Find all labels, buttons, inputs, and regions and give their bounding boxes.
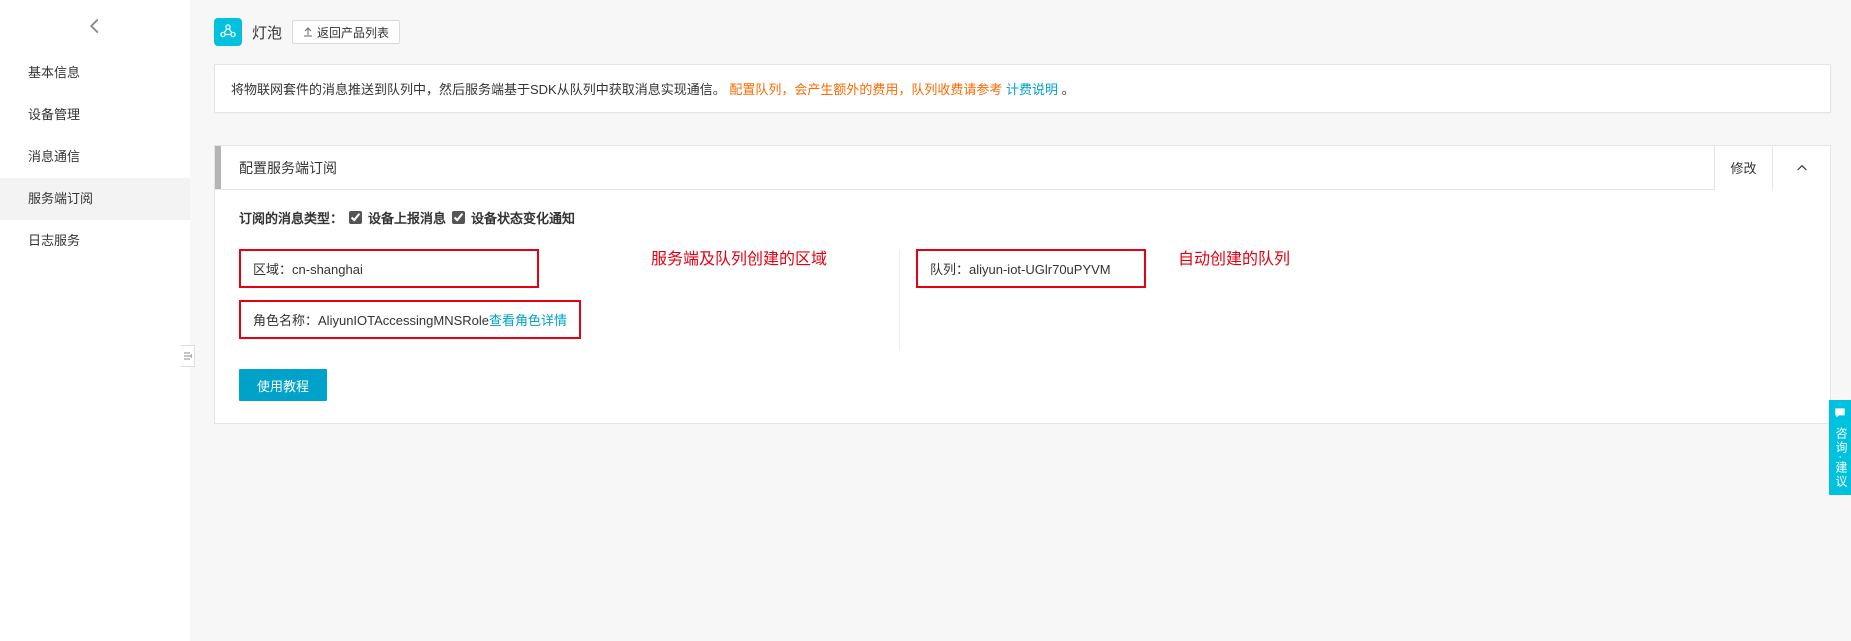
sidebar: 基本信息 设备管理 消息通信 服务端订阅 日志服务 bbox=[0, 0, 190, 641]
region-annotation: 服务端及队列创建的区域 bbox=[651, 245, 827, 269]
info-left-column: 服务端及队列创建的区域 区域：cn-shanghai 角色名称：AliyunIO… bbox=[239, 249, 899, 351]
role-value: AliyunIOTAccessingMNSRole bbox=[318, 313, 489, 328]
panel-body: 订阅的消息类型： 设备上报消息 设备状态变化通知 服务端及队列创建的区域 bbox=[215, 190, 1830, 423]
feedback-label: 咨询·建议 bbox=[1833, 427, 1850, 489]
back-to-product-list-button[interactable]: 返回产品列表 bbox=[292, 20, 400, 44]
config-panel: 配置服务端订阅 修改 订阅的消息类型： 设备上报消息 bbox=[214, 145, 1831, 424]
banner-warning-text: 配置队列，会产生额外的费用，队列收费请参考 bbox=[729, 82, 1002, 97]
product-title: 灯泡 bbox=[252, 22, 282, 43]
sidebar-item-server-subscribe[interactable]: 服务端订阅 bbox=[0, 178, 190, 220]
pricing-link[interactable]: 计费说明 bbox=[1006, 82, 1058, 97]
modify-button[interactable]: 修改 bbox=[1714, 146, 1772, 190]
chevron-left-icon bbox=[86, 17, 104, 35]
queue-value: aliyun-iot-UGlr70uPYVM bbox=[969, 262, 1111, 277]
checkbox-status-change[interactable] bbox=[452, 211, 465, 224]
sidebar-item-log-service[interactable]: 日志服务 bbox=[0, 220, 190, 262]
region-label: 区域： bbox=[253, 262, 292, 277]
banner-text: 将物联网套件的消息推送到队列中，然后服务端基于SDK从队列中获取消息实现通信。 bbox=[231, 82, 726, 97]
subscription-type-row: 订阅的消息类型： 设备上报消息 设备状态变化通知 bbox=[239, 208, 1806, 227]
queue-box: 队列：aliyun-iot-UGlr70uPYVM bbox=[916, 249, 1146, 288]
subscription-type-label: 订阅的消息类型： bbox=[239, 208, 343, 227]
queue-label: 队列： bbox=[930, 262, 969, 277]
sidebar-item-basic-info[interactable]: 基本信息 bbox=[0, 52, 190, 94]
checkbox-status-change-label: 设备状态变化通知 bbox=[471, 208, 575, 227]
back-arrow-button[interactable] bbox=[0, 0, 190, 52]
chevron-up-icon bbox=[1795, 161, 1809, 175]
network-icon bbox=[218, 22, 238, 42]
role-label: 角色名称： bbox=[253, 313, 318, 328]
collapse-panel-button[interactable] bbox=[1772, 146, 1830, 190]
checkbox-device-report[interactable] bbox=[349, 211, 362, 224]
feedback-widget[interactable]: 咨询·建议 bbox=[1829, 400, 1851, 495]
product-icon bbox=[214, 18, 242, 46]
page-header: 灯泡 返回产品列表 bbox=[214, 18, 1831, 46]
checkbox-device-report-label: 设备上报消息 bbox=[368, 208, 446, 227]
sidebar-item-messaging[interactable]: 消息通信 bbox=[0, 136, 190, 178]
info-right-column: 自动创建的队列 队列：aliyun-iot-UGlr70uPYVM bbox=[899, 249, 1806, 351]
tutorial-button[interactable]: 使用教程 bbox=[239, 369, 327, 401]
sidebar-item-device-manage[interactable]: 设备管理 bbox=[0, 94, 190, 136]
main-content: 灯泡 返回产品列表 将物联网套件的消息推送到队列中，然后服务端基于SDK从队列中… bbox=[190, 0, 1851, 641]
panel-accent bbox=[215, 146, 221, 189]
upload-icon bbox=[303, 27, 313, 37]
chat-icon bbox=[1833, 406, 1847, 420]
sidebar-nav: 基本信息 设备管理 消息通信 服务端订阅 日志服务 bbox=[0, 52, 190, 262]
role-box: 角色名称：AliyunIOTAccessingMNSRole查看角色详情 bbox=[239, 300, 581, 339]
region-value: cn-shanghai bbox=[292, 262, 363, 277]
banner-suffix: 。 bbox=[1062, 82, 1075, 97]
view-role-detail-link[interactable]: 查看角色详情 bbox=[489, 313, 567, 328]
panel-title: 配置服务端订阅 bbox=[239, 158, 1714, 178]
region-box: 区域：cn-shanghai bbox=[239, 249, 539, 288]
panel-header: 配置服务端订阅 修改 bbox=[215, 146, 1830, 190]
queue-annotation: 自动创建的队列 bbox=[1178, 245, 1290, 269]
info-banner: 将物联网套件的消息推送到队列中，然后服务端基于SDK从队列中获取消息实现通信。 … bbox=[214, 64, 1831, 113]
back-to-list-label: 返回产品列表 bbox=[317, 24, 389, 41]
info-grid: 服务端及队列创建的区域 区域：cn-shanghai 角色名称：AliyunIO… bbox=[239, 249, 1806, 351]
panel-actions: 修改 bbox=[1714, 146, 1830, 190]
